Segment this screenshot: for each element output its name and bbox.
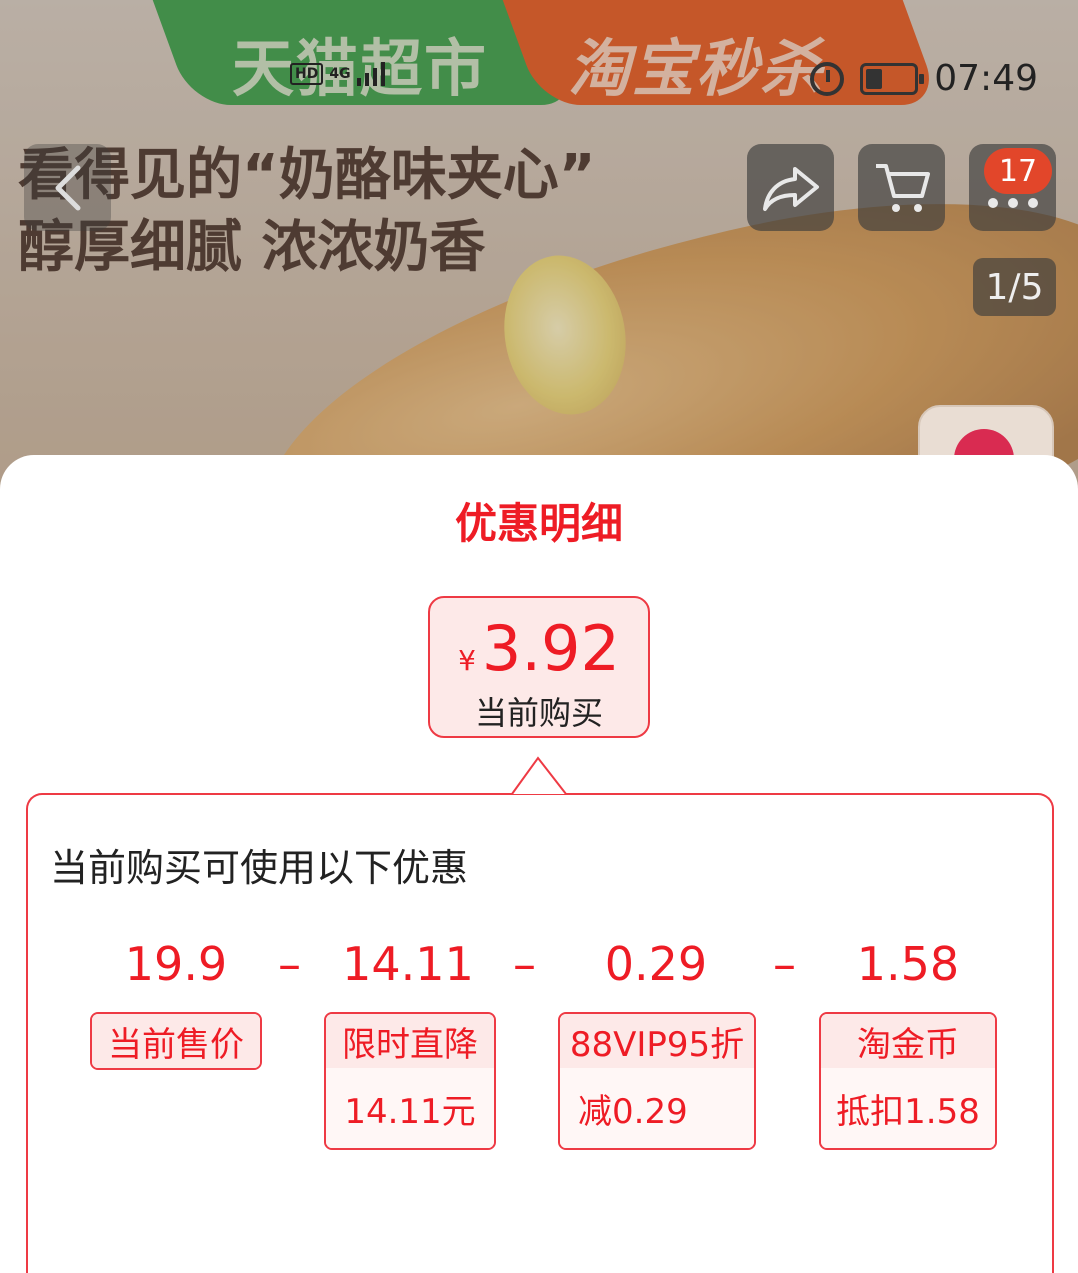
alarm-icon <box>810 61 845 96</box>
tag-title: 88VIP95折 <box>560 1014 754 1068</box>
signal-icon <box>356 62 385 86</box>
tag-detail: 14.11元 <box>326 1068 494 1148</box>
message-count-badge: 17 <box>984 148 1052 194</box>
network-type: 4G <box>329 66 351 82</box>
cart-button[interactable] <box>858 144 945 231</box>
tag-detail: 减0.29 <box>560 1068 754 1148</box>
battery-icon <box>860 62 925 95</box>
amount-current-price: 19.9 <box>124 937 228 991</box>
amount-vip-discount: 0.29 <box>604 937 708 991</box>
back-button[interactable] <box>24 144 111 231</box>
tag-title: 淘金币 <box>821 1014 995 1068</box>
minus-sign: – <box>513 937 536 991</box>
currency-symbol: ¥ <box>458 644 476 677</box>
tag-title: 当前售价 <box>92 1014 260 1068</box>
status-bar: 07:49 <box>810 58 1038 99</box>
minus-sign: – <box>278 937 301 991</box>
current-price-box: ¥ 3.92 当前购买 <box>428 596 650 738</box>
sheet-title: 优惠明细 <box>454 499 623 548</box>
minus-sign: – <box>773 937 796 991</box>
tag-title: 限时直降 <box>326 1014 494 1068</box>
price-label: 当前购买 <box>474 694 603 732</box>
discount-details-panel: 当前购买可使用以下优惠 19.9 – 14.11 – 0.29 – 1.58 当… <box>26 793 1054 1273</box>
tag-taojinbi: 淘金币 抵扣1.58 <box>819 1012 997 1150</box>
network-indicator: HD 4G <box>290 62 389 86</box>
price-value: 3.92 <box>481 612 620 685</box>
cart-icon <box>875 163 930 212</box>
share-icon <box>762 166 819 211</box>
more-icon <box>987 197 1038 208</box>
share-button[interactable] <box>747 144 834 231</box>
details-heading: 当前购买可使用以下优惠 <box>50 846 469 890</box>
discount-detail-sheet: 优惠明细 ¥ 3.92 当前购买 当前购买可使用以下优惠 19.9 – 14.1… <box>0 455 1078 1273</box>
image-pager: 1/5 <box>973 258 1056 316</box>
status-time: 07:49 <box>934 58 1038 99</box>
amount-taojinbi: 1.58 <box>856 937 960 991</box>
pointer-notch <box>511 756 567 795</box>
current-price: ¥ 3.92 <box>430 612 648 685</box>
hd-badge: HD <box>290 63 324 85</box>
tag-detail: 抵扣1.58 <box>821 1068 995 1148</box>
amount-limited-discount: 14.11 <box>342 937 474 991</box>
tag-vip-discount: 88VIP95折 减0.29 <box>558 1012 756 1150</box>
tag-limited-discount: 限时直降 14.11元 <box>324 1012 496 1150</box>
tag-current-price: 当前售价 <box>90 1012 262 1070</box>
chevron-left-icon <box>55 165 80 210</box>
